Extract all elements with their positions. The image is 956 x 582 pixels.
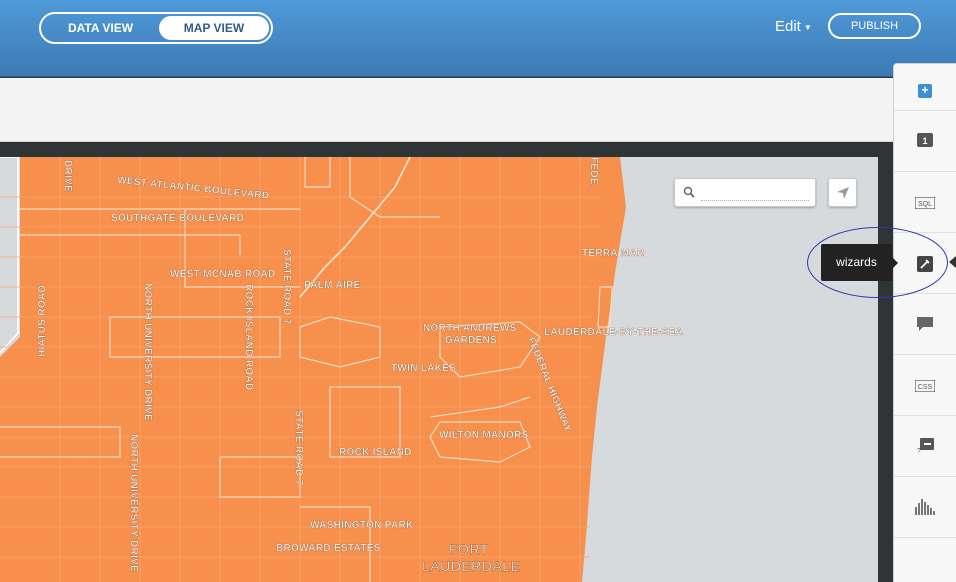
street-grid <box>0 157 600 582</box>
layer-1-button[interactable]: 1 <box>894 111 956 172</box>
label-state-road-7-b: STATE ROAD 7 <box>293 410 304 486</box>
css-icon: CSS <box>915 380 935 392</box>
layer-number-label: 1 <box>922 136 927 146</box>
sql-label: SQL <box>918 201 932 208</box>
label-state-road-7-a: STATE ROAD 7 <box>281 249 292 325</box>
tab-data-view[interactable]: DATA VIEW <box>43 16 158 40</box>
label-rock-island: ROCK ISLAND <box>339 447 412 458</box>
publish-button[interactable]: PUBLISH <box>828 13 921 39</box>
label-broward-estates: BROWARD ESTATES <box>276 543 381 554</box>
map-toolbar-strip <box>0 78 893 142</box>
label-federal-highway: FEDERAL HIGHWAY <box>525 336 573 434</box>
speech-bubble-icon <box>917 317 933 331</box>
filters-button[interactable] <box>894 477 956 538</box>
navigation-arrow-icon <box>837 187 849 199</box>
infowindow-button[interactable] <box>894 294 956 355</box>
label-washington-park: WASHINGTON PARK <box>310 520 414 531</box>
map-canvas[interactable]: WEST ATLANTIC BOULEVARD SOUTHGATE BOULEV… <box>0 157 878 582</box>
plus-icon: + <box>918 84 932 98</box>
view-toggle: DATA VIEW MAP VIEW <box>39 12 273 44</box>
edit-label: Edit <box>775 18 801 35</box>
sql-icon: SQL <box>915 197 935 209</box>
map-search-box[interactable] <box>674 178 816 207</box>
search-icon <box>683 186 695 198</box>
label-rock-island-road: ROCK ISLAND ROAD <box>243 284 254 390</box>
map-labels: WEST ATLANTIC BOULEVARD SOUTHGATE BOULEV… <box>37 157 683 574</box>
label-north-university-drive-b: NORTH UNIVERSITY DRIVE <box>128 434 139 572</box>
locate-button[interactable] <box>828 178 857 207</box>
label-twin-lakes: TWIN LAKES <box>391 363 456 374</box>
chevron-down-icon: ▼ <box>803 22 812 32</box>
legend-icon: ? <box>917 438 934 454</box>
ocean-area <box>582 157 878 582</box>
add-layer-button[interactable]: + <box>894 64 956 111</box>
label-terra-mar: TERRA MAR <box>582 248 645 259</box>
layer-number-icon: 1 <box>917 133 933 147</box>
label-fede: FEDE <box>588 157 599 185</box>
label-gardens: GARDENS <box>445 335 497 346</box>
top-header: DATA VIEW MAP VIEW Edit ▼ PUBLISH <box>0 0 956 77</box>
legends-button[interactable]: ? <box>894 416 956 477</box>
label-fort: FORT <box>449 541 489 557</box>
svg-text:?: ? <box>917 448 921 454</box>
css-button[interactable]: CSS <box>894 355 956 416</box>
boundaries <box>0 157 613 582</box>
label-lauderdale: LAUDERDALE <box>422 558 520 574</box>
sql-button[interactable]: SQL <box>894 172 956 233</box>
label-north-andrews: NORTH ANDREWS <box>423 323 517 334</box>
label-west-mcnab-road: WEST MCNAB ROAD <box>170 269 276 280</box>
right-toolbar: + 1 SQL CSS ? <box>893 63 956 582</box>
active-pointer-icon <box>949 256 956 268</box>
label-lauderdale-by-the-sea: LAUDERDALE-BY-THE-SEA <box>544 327 683 338</box>
annotation-highlight-ring <box>807 227 948 298</box>
edit-menu[interactable]: Edit ▼ <box>775 18 812 35</box>
search-input[interactable] <box>701 185 809 201</box>
label-southgate-boulevard: SOUTHGATE BOULEVARD <box>111 213 244 224</box>
label-wilton-manors: WILTON MANORS <box>439 430 529 441</box>
tab-map-view[interactable]: MAP VIEW <box>159 16 269 40</box>
label-north-university-drive-a: NORTH UNIVERSITY DRIVE <box>142 283 153 421</box>
label-drive: DRIVE <box>62 160 73 192</box>
map-svg: WEST ATLANTIC BOULEVARD SOUTHGATE BOULEV… <box>0 157 878 582</box>
label-hiatus-road: HIATUS ROAD <box>37 285 48 357</box>
label-palm-aire: PALM AIRE <box>304 280 361 291</box>
css-label: CSS <box>918 384 933 391</box>
histogram-icon <box>915 499 935 515</box>
